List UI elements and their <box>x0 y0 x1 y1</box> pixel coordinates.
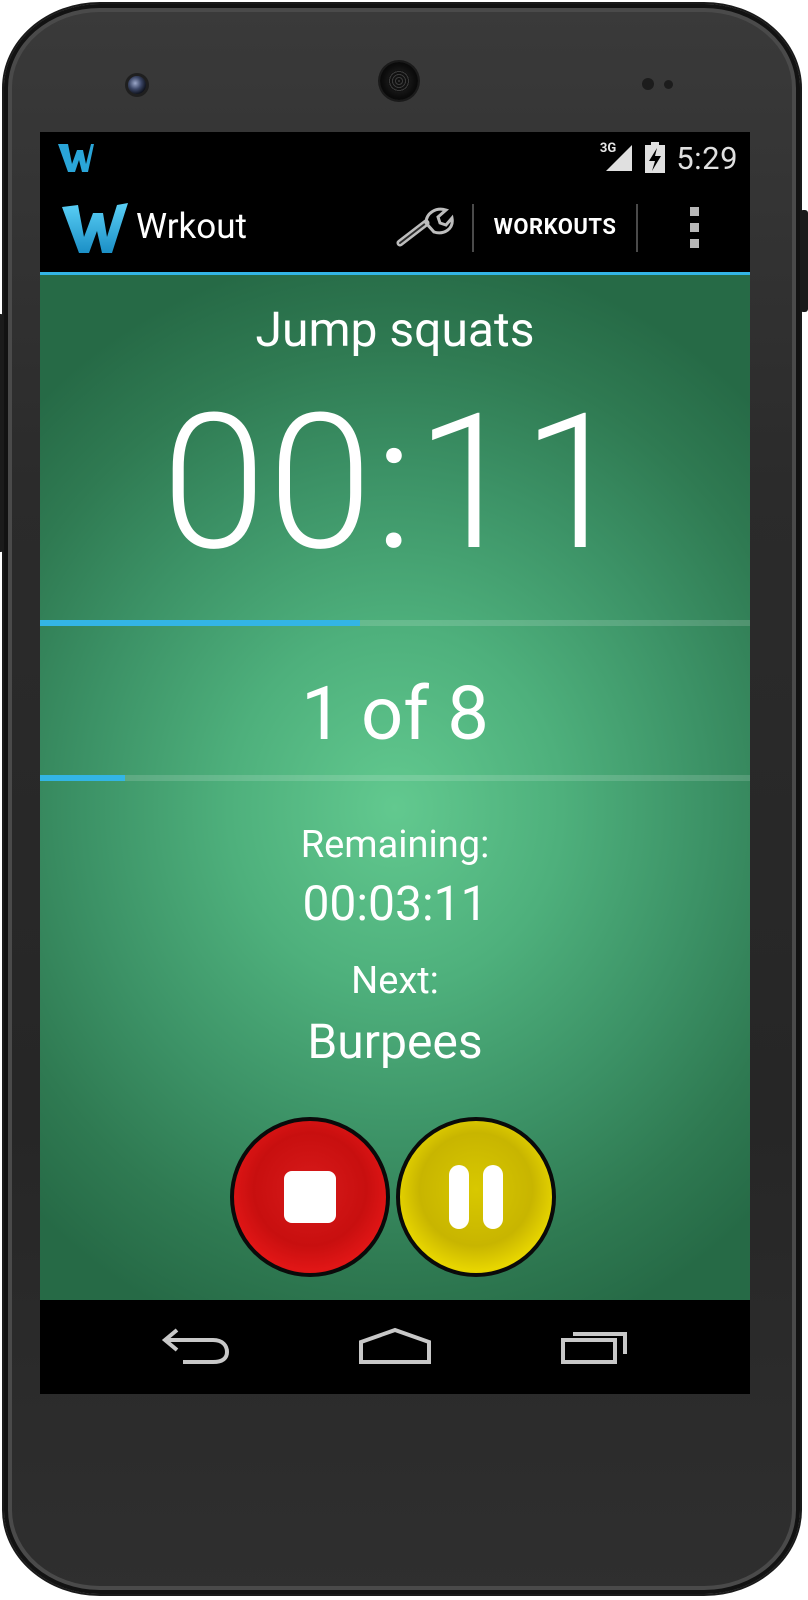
exercise-progress-bar <box>40 620 750 626</box>
back-button[interactable] <box>136 1314 256 1378</box>
front-camera <box>128 76 146 94</box>
settings-button[interactable] <box>380 192 470 262</box>
action-divider <box>636 204 638 252</box>
screen: 3G 5:29 Wrkout WORKOUTS Jump squats 00:1… <box>40 132 750 1394</box>
volume-button <box>0 314 4 552</box>
overflow-dot <box>689 238 699 248</box>
recent-apps-button[interactable] <box>534 1314 654 1378</box>
wrkout-logo-icon[interactable] <box>62 197 128 257</box>
home-icon <box>359 1327 431 1364</box>
exercise-progress-fill <box>40 620 360 626</box>
overflow-dot <box>689 222 699 232</box>
home-button[interactable] <box>335 1314 455 1378</box>
status-bar: 3G 5:29 <box>40 132 750 182</box>
action-divider <box>472 204 474 252</box>
light-sensor <box>664 80 673 89</box>
battery-charging-icon <box>645 142 666 173</box>
app-title: Wrkout <box>136 206 247 247</box>
exercise-timer: 00:11 <box>161 373 629 593</box>
stop-button[interactable] <box>230 1117 390 1277</box>
back-icon <box>161 1328 230 1364</box>
next-label: Next: <box>351 959 439 1003</box>
power-button <box>800 210 808 312</box>
status-clock: 5:29 <box>676 139 738 177</box>
status-icons: 3G 5:29 <box>600 136 738 180</box>
earpiece-speaker <box>380 62 418 100</box>
workout-panel: Jump squats 00:11 1 of 8 Remaining: 00:0… <box>40 275 750 1300</box>
overflow-dot <box>689 206 699 216</box>
recent-apps-icon <box>561 1332 627 1364</box>
exercise-name: Jump squats <box>255 301 535 358</box>
proximity-sensor <box>642 78 654 90</box>
remaining-time: 00:03:11 <box>302 875 488 932</box>
round-progress-bar <box>40 775 750 781</box>
stop-icon <box>284 1171 336 1223</box>
next-exercise: Burpees <box>307 1013 483 1070</box>
overflow-menu-icon[interactable] <box>664 192 724 262</box>
round-counter: 1 of 8 <box>301 671 489 758</box>
round-progress-fill <box>40 775 126 781</box>
network-type: 3G <box>599 140 617 156</box>
remaining-label: Remaining: <box>300 823 490 867</box>
wrench-icon <box>396 207 454 247</box>
wrkout-notification-icon <box>58 144 94 172</box>
workouts-button[interactable]: WORKOUTS <box>476 192 634 262</box>
pause-icon <box>449 1165 503 1229</box>
navigation-bar <box>40 1300 750 1394</box>
pause-button[interactable] <box>396 1117 556 1277</box>
action-bar: Wrkout WORKOUTS <box>40 182 750 275</box>
